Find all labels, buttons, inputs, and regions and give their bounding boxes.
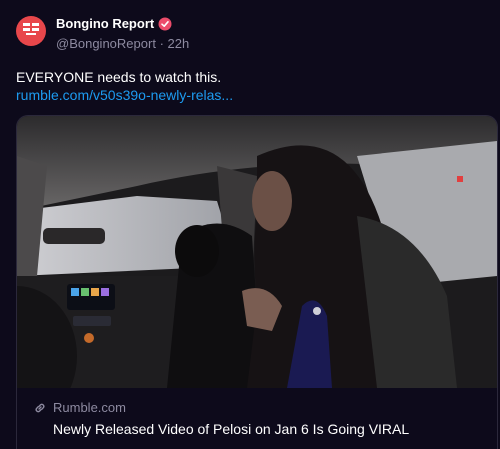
link-chain-icon [33,401,47,415]
link-card[interactable]: Rumble.com Newly Released Video of Pelos… [16,115,498,449]
avatar[interactable] [16,16,46,46]
author-handle[interactable]: @BonginoReport [56,36,156,51]
link-source: Rumble.com [33,400,126,415]
separator: · [159,36,164,51]
post-link[interactable]: rumble.com/v50s39o-newly-relas... [16,86,233,104]
link-card-title[interactable]: Newly Released Video of Pelosi on Jan 6 … [53,421,409,437]
author-name[interactable]: Bongino Report [56,16,154,31]
verified-badge-icon [158,17,172,31]
post-header: Bongino Report @BonginoReport · 22h [16,14,486,54]
post-time[interactable]: 22h [168,36,190,51]
bongino-logo-icon [22,21,40,42]
post-text: EVERYONE needs to watch this. [16,69,222,85]
video-thumbnail[interactable] [17,116,497,426]
link-source-label: Rumble.com [53,400,126,415]
